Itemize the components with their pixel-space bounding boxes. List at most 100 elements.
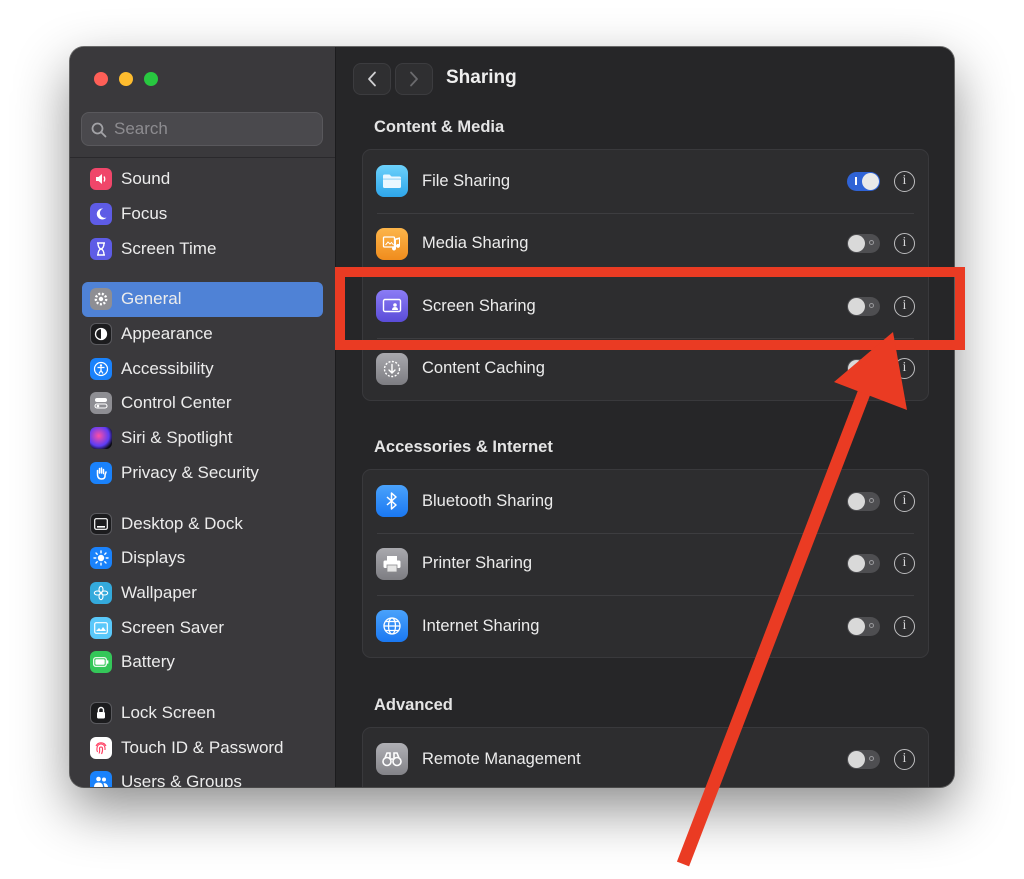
info-icon[interactable]: i	[894, 553, 915, 575]
row-bluetooth-sharing: Bluetooth Sharing i	[363, 470, 928, 533]
sidebar-item-screen-saver[interactable]: Screen Saver	[82, 610, 323, 645]
appearance-icon	[90, 323, 112, 346]
screen-sharing-icon	[376, 290, 408, 323]
close-window-button[interactable]	[94, 72, 108, 86]
search-input[interactable]	[114, 113, 314, 145]
sidebar-item-label: Screen Saver	[121, 617, 224, 637]
row-label: File Sharing	[422, 171, 511, 190]
sidebar-item-users-groups[interactable]: Users & Groups	[82, 765, 323, 787]
battery-icon	[90, 651, 112, 674]
sidebar-item-general[interactable]: General	[82, 282, 323, 317]
settings-group-accessories-internet: Bluetooth Sharing i Printer Sharing i In…	[362, 469, 929, 658]
sidebar-item-lock-screen[interactable]: Lock Screen	[82, 696, 323, 731]
hourglass-icon	[90, 237, 112, 260]
gear-icon	[90, 288, 112, 311]
sidebar-item-accessibility[interactable]: Accessibility	[82, 351, 323, 386]
switches-icon	[90, 392, 112, 415]
row-label: Printer Sharing	[422, 554, 533, 573]
info-icon[interactable]: i	[894, 233, 915, 255]
info-icon[interactable]: i	[894, 748, 915, 770]
flower-icon	[90, 581, 112, 604]
row-screen-sharing: Screen Sharing i	[363, 275, 928, 338]
forward-button[interactable]	[395, 63, 433, 95]
sidebar-item-label: Screen Time	[121, 238, 217, 258]
sidebar-item-label: General	[121, 289, 182, 309]
sidebar-item-label: Touch ID & Password	[121, 737, 284, 757]
sidebar-item-label: Sound	[121, 169, 171, 189]
sidebar-item-label: Accessibility	[121, 358, 214, 378]
sidebar-item-label: Displays	[121, 548, 186, 568]
lock-icon	[90, 701, 112, 724]
file-sharing-toggle[interactable]	[847, 171, 880, 191]
toggle-off-mark	[869, 365, 874, 371]
info-icon[interactable]: i	[894, 358, 915, 380]
row-internet-sharing: Internet Sharing i	[363, 595, 928, 657]
row-label: Internet Sharing	[422, 616, 540, 635]
row-file-sharing: File Sharing i	[363, 150, 928, 213]
sidebar-item-label: Battery	[121, 652, 175, 672]
sidebar-item-label: Siri & Spotlight	[121, 428, 233, 448]
folder-icon	[376, 165, 408, 198]
info-icon[interactable]: i	[894, 490, 915, 512]
internet-sharing-toggle[interactable]	[847, 616, 880, 636]
row-label: Screen Sharing	[422, 296, 536, 315]
remote-management-toggle[interactable]	[847, 749, 880, 769]
sidebar-item-label: Focus	[121, 204, 168, 224]
sidebar-item-displays[interactable]: Displays	[82, 541, 323, 576]
screensaver-icon	[90, 616, 112, 639]
sidebar-item-appearance[interactable]: Appearance	[82, 317, 323, 352]
sidebar-item-desktop-dock[interactable]: Desktop & Dock	[82, 506, 323, 541]
sidebar-item-focus[interactable]: Focus	[82, 197, 323, 232]
sidebar-item-siri-spotlight[interactable]: Siri & Spotlight	[82, 421, 323, 456]
sidebar-item-screen-time[interactable]: Screen Time	[82, 231, 323, 266]
sidebar-item-wallpaper[interactable]: Wallpaper	[82, 576, 323, 611]
media-sharing-toggle[interactable]	[847, 234, 880, 254]
toggle-off-mark	[869, 622, 874, 628]
sidebar-item-label: Desktop & Dock	[121, 513, 243, 533]
search-field[interactable]	[81, 112, 323, 146]
section-title: Advanced	[374, 696, 453, 714]
info-icon[interactable]: i	[894, 170, 915, 192]
section-title: Accessories & Internet	[374, 438, 553, 456]
sidebar: Sound Focus Screen Time General	[70, 47, 336, 787]
info-icon[interactable]: i	[894, 615, 915, 637]
toggle-off-mark	[869, 302, 874, 308]
hand-icon	[90, 461, 112, 484]
content-caching-toggle[interactable]	[847, 359, 880, 379]
accessibility-icon	[90, 357, 112, 380]
sidebar-item-label: Wallpaper	[121, 582, 197, 602]
minimize-window-button[interactable]	[119, 72, 133, 86]
toggle-off-mark	[869, 497, 874, 503]
media-icon	[376, 227, 408, 260]
download-icon	[376, 352, 408, 385]
row-content-caching: Content Caching i	[363, 337, 928, 401]
section-title: Content & Media	[374, 118, 505, 136]
bluetooth-icon	[376, 485, 408, 518]
sidebar-item-control-center[interactable]: Control Center	[82, 386, 323, 421]
sidebar-item-privacy-security[interactable]: Privacy & Security	[82, 456, 323, 491]
toggle-off-mark	[869, 755, 874, 761]
bluetooth-sharing-toggle[interactable]	[847, 491, 880, 511]
globe-icon	[376, 610, 408, 643]
back-button[interactable]	[353, 63, 391, 95]
sidebar-item-touch-id-password[interactable]: Touch ID & Password	[82, 730, 323, 765]
printer-sharing-toggle[interactable]	[847, 554, 880, 574]
siri-icon	[90, 427, 112, 450]
zoom-window-button[interactable]	[144, 72, 158, 86]
settings-window: Sound Focus Screen Time General	[70, 47, 954, 787]
sidebar-divider	[70, 157, 335, 158]
info-icon[interactable]: i	[894, 295, 915, 317]
binoculars-icon	[376, 743, 408, 776]
search-icon	[91, 122, 107, 138]
row-media-sharing: Media Sharing i	[363, 212, 928, 276]
row-label: Bluetooth Sharing	[422, 491, 554, 510]
main-pane: Sharing Content & Media File Sharing i M…	[336, 47, 954, 787]
screen-sharing-toggle[interactable]	[847, 296, 880, 316]
sidebar-item-label: Control Center	[121, 393, 232, 413]
sidebar-item-sound[interactable]: Sound	[82, 162, 323, 197]
sidebar-item-battery[interactable]: Battery	[82, 645, 323, 680]
fingerprint-icon	[90, 736, 112, 759]
row-label: Media Sharing	[422, 234, 529, 253]
